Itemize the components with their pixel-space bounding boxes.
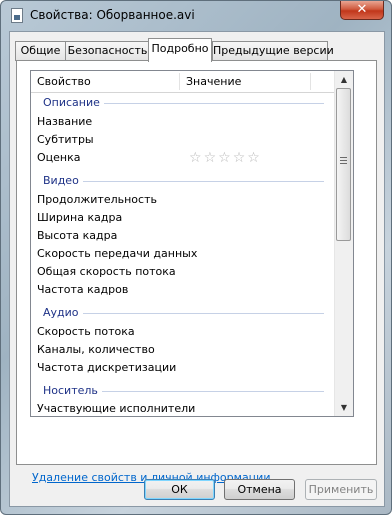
file-icon xyxy=(11,8,23,23)
property-row[interactable]: Оценка ☆ ☆ ☆ ☆ ☆ xyxy=(37,149,327,167)
scrollbar-thumb[interactable] xyxy=(336,88,351,241)
group-label: Видео xyxy=(43,171,83,191)
property-row[interactable]: Скорость потока xyxy=(37,323,135,341)
property-name: Частота кадров xyxy=(37,283,129,296)
property-name: Общая скорость потока xyxy=(37,265,176,278)
property-name: Скорость передачи данных xyxy=(37,247,198,260)
group-label: Аудио xyxy=(43,303,83,323)
property-name: Высота кадра xyxy=(37,229,118,242)
close-icon: ✕ xyxy=(356,2,368,17)
property-row[interactable]: Общая скорость потока xyxy=(37,263,176,281)
property-row[interactable]: Название xyxy=(37,113,92,131)
property-name: Частота дискретизации xyxy=(37,361,177,374)
property-name: Скорость потока xyxy=(37,325,135,338)
window-title: Свойства: Оборванное.avi xyxy=(30,8,195,22)
group-label: Описание xyxy=(43,93,104,113)
close-button[interactable]: ✕ xyxy=(340,1,384,20)
property-name: Оценка xyxy=(37,151,81,164)
tab-previous-versions[interactable]: Предыдущие версии xyxy=(212,41,334,61)
tab-details[interactable]: Подробно xyxy=(148,38,212,62)
star-icon[interactable]: ☆ xyxy=(218,149,231,167)
dialog-client: Общие Безопасность Подробно Предыдущие в… xyxy=(9,31,385,507)
property-row[interactable]: Ширина кадра xyxy=(37,209,122,227)
title-bar[interactable]: Свойства: Оборванное.avi ✕ xyxy=(1,1,391,31)
group-media: Носитель xyxy=(31,381,334,401)
property-name: Участвующие исполнители xyxy=(37,402,196,415)
ok-button[interactable]: ОК xyxy=(144,479,215,500)
column-value[interactable]: Значение xyxy=(180,71,310,92)
column-property[interactable]: Свойство xyxy=(31,71,179,92)
property-list[interactable]: Свойство Значение Описание Название Субт… xyxy=(30,70,354,417)
scroll-up-icon[interactable]: ▲ xyxy=(335,71,353,88)
property-row[interactable]: Частота дискретизации xyxy=(37,359,176,377)
group-video: Видео xyxy=(31,171,334,191)
tab-general[interactable]: Общие xyxy=(15,41,66,61)
apply-button[interactable]: Применить xyxy=(305,479,377,500)
details-panel: Свойство Значение Описание Название Субт… xyxy=(16,60,377,465)
property-row[interactable]: Каналы, количество xyxy=(37,341,155,359)
property-row[interactable]: Субтитры xyxy=(37,131,94,149)
properties-window: Свойства: Оборванное.avi ✕ Общие Безопас… xyxy=(0,0,392,515)
grip-icon xyxy=(340,157,347,165)
tab-security[interactable]: Безопасность xyxy=(65,41,150,61)
group-label: Носитель xyxy=(43,381,102,401)
property-name: Продолжительность xyxy=(37,193,157,206)
property-name: Каналы, количество xyxy=(37,343,155,356)
property-name: Субтитры xyxy=(37,133,94,146)
star-icon[interactable]: ☆ xyxy=(189,149,202,167)
vertical-scrollbar[interactable]: ▲ ▼ xyxy=(334,71,353,416)
property-row[interactable]: Участвующие исполнители xyxy=(37,400,196,416)
group-divider xyxy=(43,313,324,314)
property-row[interactable]: Продолжительность xyxy=(37,191,157,209)
rating-stars[interactable]: ☆ ☆ ☆ ☆ ☆ xyxy=(189,149,260,167)
scroll-down-icon[interactable]: ▼ xyxy=(335,399,353,416)
star-icon[interactable]: ☆ xyxy=(247,149,260,167)
group-divider xyxy=(43,181,324,182)
property-name: Ширина кадра xyxy=(37,211,123,224)
star-icon[interactable]: ☆ xyxy=(204,149,217,167)
column-divider[interactable] xyxy=(310,73,311,90)
column-header: Свойство Значение xyxy=(31,71,334,93)
property-row[interactable]: Скорость передачи данных xyxy=(37,245,197,263)
property-row[interactable]: Частота кадров xyxy=(37,281,128,299)
property-name: Название xyxy=(37,115,93,128)
cancel-button[interactable]: Отмена xyxy=(224,479,295,500)
group-audio: Аудио xyxy=(31,303,334,323)
star-icon[interactable]: ☆ xyxy=(233,149,246,167)
group-description: Описание xyxy=(31,93,334,113)
property-row[interactable]: Высота кадра xyxy=(37,227,117,245)
